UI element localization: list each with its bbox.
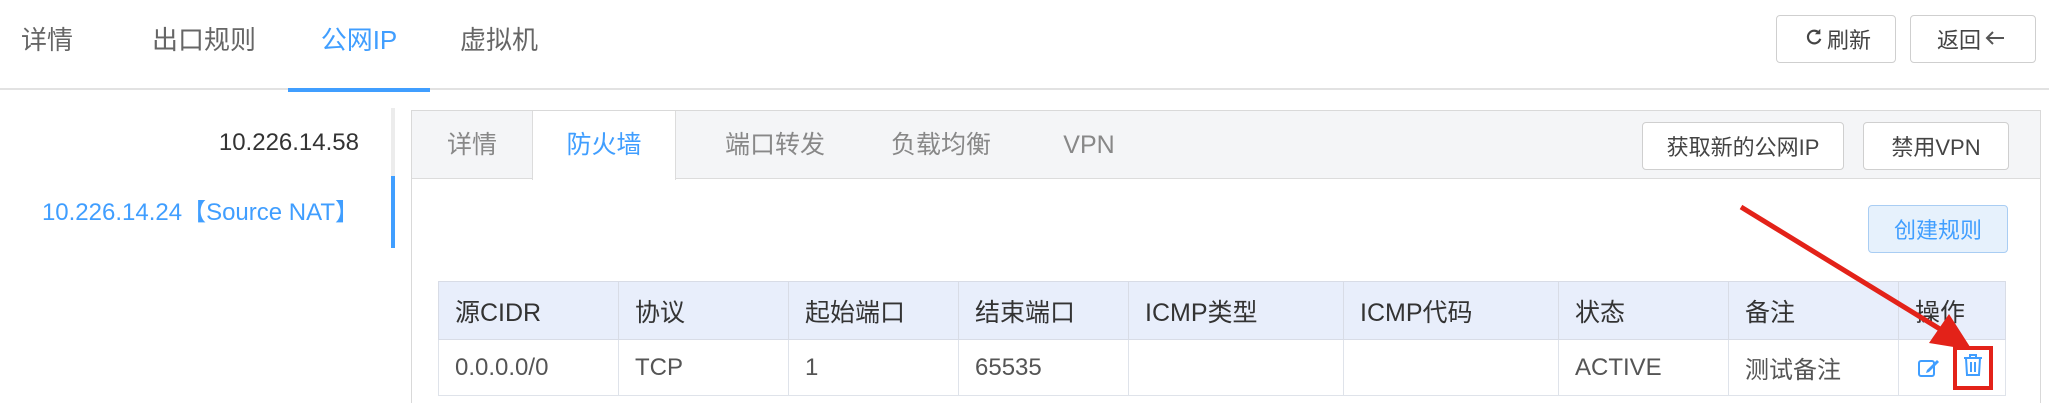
tab-vms[interactable]: 虚拟机 bbox=[456, 0, 542, 90]
create-rule-label: 创建规则 bbox=[1893, 218, 1982, 243]
table-header-row: 源CIDR 协议 起始端口 结束端口 ICMP类型 ICMP代码 状态 备注 操… bbox=[438, 281, 2006, 340]
col-header-icmp-type: ICMP类型 bbox=[1128, 281, 1344, 340]
subtab-port-forwarding[interactable]: 端口转发 bbox=[704, 111, 846, 179]
cell-remark: 测试备注 bbox=[1728, 339, 1899, 396]
acquire-public-ip-button[interactable]: 获取新的公网IP bbox=[1642, 122, 1844, 170]
cell-end-port: 65535 bbox=[958, 339, 1129, 396]
disable-vpn-label: 禁用VPN bbox=[1891, 135, 1981, 160]
acquire-public-ip-label: 获取新的公网IP bbox=[1666, 135, 1820, 160]
ip-list: 10.226.14.58 10.226.14.24【Source NAT】 bbox=[0, 92, 395, 403]
ip-item-58[interactable]: 10.226.14.58 bbox=[219, 118, 359, 168]
refresh-button[interactable]: 刷新 bbox=[1776, 15, 1896, 63]
col-header-actions: 操作 bbox=[1898, 281, 2006, 340]
ip-list-active-indicator bbox=[391, 176, 395, 248]
create-rule-button[interactable]: 创建规则 bbox=[1868, 205, 2008, 253]
back-label: 返回 bbox=[1936, 28, 1981, 53]
table-row: 0.0.0.0/0 TCP 1 65535 ACTIVE 测试备注 bbox=[438, 339, 2006, 396]
top-tab-bar: 详情 出口规则 公网IP 虚拟机 bbox=[0, 0, 2049, 92]
cell-actions bbox=[1898, 339, 2006, 396]
cell-icmp-type bbox=[1128, 339, 1344, 396]
disable-vpn-button[interactable]: 禁用VPN bbox=[1863, 122, 2009, 170]
arrow-left-icon bbox=[1985, 26, 2005, 52]
tab-egress-rules[interactable]: 出口规则 bbox=[148, 0, 260, 90]
firewall-rules-table: 源CIDR 协议 起始端口 结束端口 ICMP类型 ICMP代码 状态 备注 操… bbox=[438, 281, 2006, 396]
cell-cidr: 0.0.0.0/0 bbox=[438, 339, 619, 396]
subtab-firewall[interactable]: 防火墙 bbox=[532, 111, 676, 180]
col-header-end-port: 结束端口 bbox=[958, 281, 1129, 340]
back-button[interactable]: 返回 bbox=[1910, 15, 2036, 63]
cell-protocol: TCP bbox=[618, 339, 789, 396]
public-ip-panel: 详情 防火墙 端口转发 负载均衡 VPN 获取新的公网IP 禁用VPN 创建规则… bbox=[411, 110, 2041, 403]
cell-status: ACTIVE bbox=[1558, 339, 1729, 396]
subtab-vpn[interactable]: VPN bbox=[1034, 111, 1144, 179]
col-header-remark: 备注 bbox=[1728, 281, 1899, 340]
sub-tab-bar: 详情 防火墙 端口转发 负载均衡 VPN 获取新的公网IP 禁用VPN bbox=[412, 111, 2040, 180]
subtab-details[interactable]: 详情 bbox=[412, 111, 532, 179]
cell-icmp-code bbox=[1343, 339, 1559, 396]
col-header-start-port: 起始端口 bbox=[788, 281, 959, 340]
col-header-protocol: 协议 bbox=[618, 281, 789, 340]
col-header-icmp-code: ICMP代码 bbox=[1343, 281, 1559, 340]
ip-item-24-source-nat[interactable]: 10.226.14.24【Source NAT】 bbox=[42, 188, 359, 238]
col-header-status: 状态 bbox=[1558, 281, 1729, 340]
cell-start-port: 1 bbox=[788, 339, 959, 396]
delete-rule-button[interactable] bbox=[1953, 346, 1993, 390]
refresh-icon bbox=[1805, 26, 1823, 52]
refresh-label: 刷新 bbox=[1826, 28, 1871, 53]
trash-icon bbox=[1963, 353, 1983, 384]
tab-public-ip[interactable]: 公网IP bbox=[288, 0, 430, 92]
col-header-cidr: 源CIDR bbox=[438, 281, 619, 340]
tab-details[interactable]: 详情 bbox=[14, 0, 80, 90]
edit-icon[interactable] bbox=[1917, 356, 1941, 380]
subtab-load-balancing[interactable]: 负载均衡 bbox=[870, 111, 1012, 179]
